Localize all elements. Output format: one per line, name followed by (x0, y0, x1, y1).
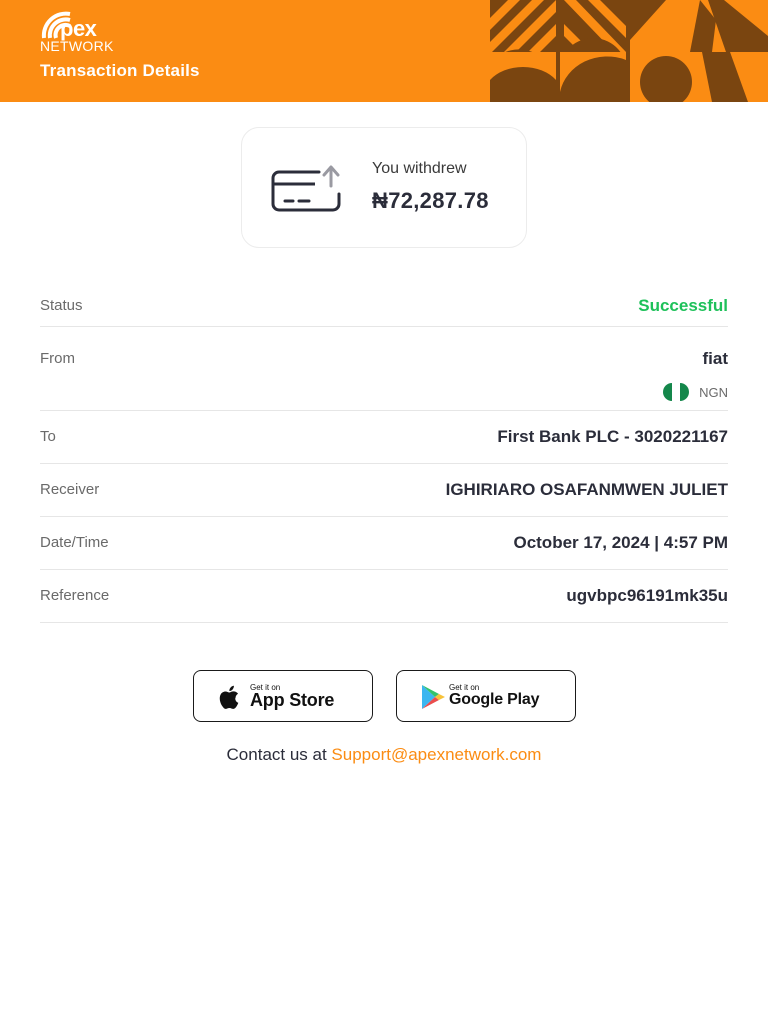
card-withdraw-icon (271, 165, 341, 212)
support-email-link[interactable]: Support@apexnetwork.com (331, 745, 541, 764)
apex-network-logo: pex NETWORK (40, 8, 140, 54)
page-title: Transaction Details (40, 61, 200, 80)
withdraw-amount: ₦72,287.78 (372, 188, 489, 213)
nigeria-flag-icon (663, 383, 690, 401)
reference-label: Reference (40, 587, 110, 604)
detail-row-reference: Reference ugvbpc96191mk35u (40, 570, 728, 623)
detail-row-status: Status Successful (40, 280, 728, 327)
contact-prefix: Contact us at (226, 745, 332, 764)
status-label: Status (40, 297, 83, 314)
app-store-button[interactable]: Get it on App Store (193, 670, 373, 722)
logo-subtext: NETWORK (40, 38, 114, 54)
detail-row-to: To First Bank PLC - 3020221167 (40, 411, 728, 464)
detail-row-receiver: Receiver IGHIRIARO OSAFANMWEN JULIET (40, 464, 728, 517)
google-play-button[interactable]: Get it on Google Play (396, 670, 576, 722)
logo-wordmark: pex (60, 16, 97, 41)
google-play-icon (422, 685, 445, 709)
header-banner: pex NETWORK Transaction Details (0, 0, 768, 102)
datetime-label: Date/Time (40, 534, 109, 551)
reference-value: ugvbpc96191mk35u (566, 586, 728, 605)
from-label: From (40, 350, 75, 367)
receiver-value: IGHIRIARO OSAFANMWEN JULIET (445, 480, 728, 499)
currency-tag: NGN (663, 383, 728, 401)
datetime-value: October 17, 2024 | 4:57 PM (513, 533, 728, 552)
detail-row-from: From fiat NGN (40, 327, 728, 411)
to-value: First Bank PLC - 3020221167 (497, 427, 728, 446)
status-value: Successful (638, 296, 728, 315)
receiver-label: Receiver (40, 481, 100, 498)
decorative-pattern (490, 0, 768, 102)
google-play-label: Google Play (449, 691, 540, 708)
apple-icon (219, 685, 239, 709)
app-store-label: App Store (250, 690, 335, 710)
from-value: fiat (702, 349, 729, 368)
contact-line: Contact us at Support@apexnetwork.com (0, 745, 768, 765)
transaction-details-list: Status Successful From fiat NGN To First… (40, 280, 728, 623)
currency-code: NGN (699, 384, 728, 400)
withdraw-label: You withdrew (372, 160, 467, 177)
withdrawal-summary-card: You withdrew ₦72,287.78 (241, 127, 527, 248)
detail-row-datetime: Date/Time October 17, 2024 | 4:57 PM (40, 517, 728, 570)
to-label: To (40, 428, 56, 445)
